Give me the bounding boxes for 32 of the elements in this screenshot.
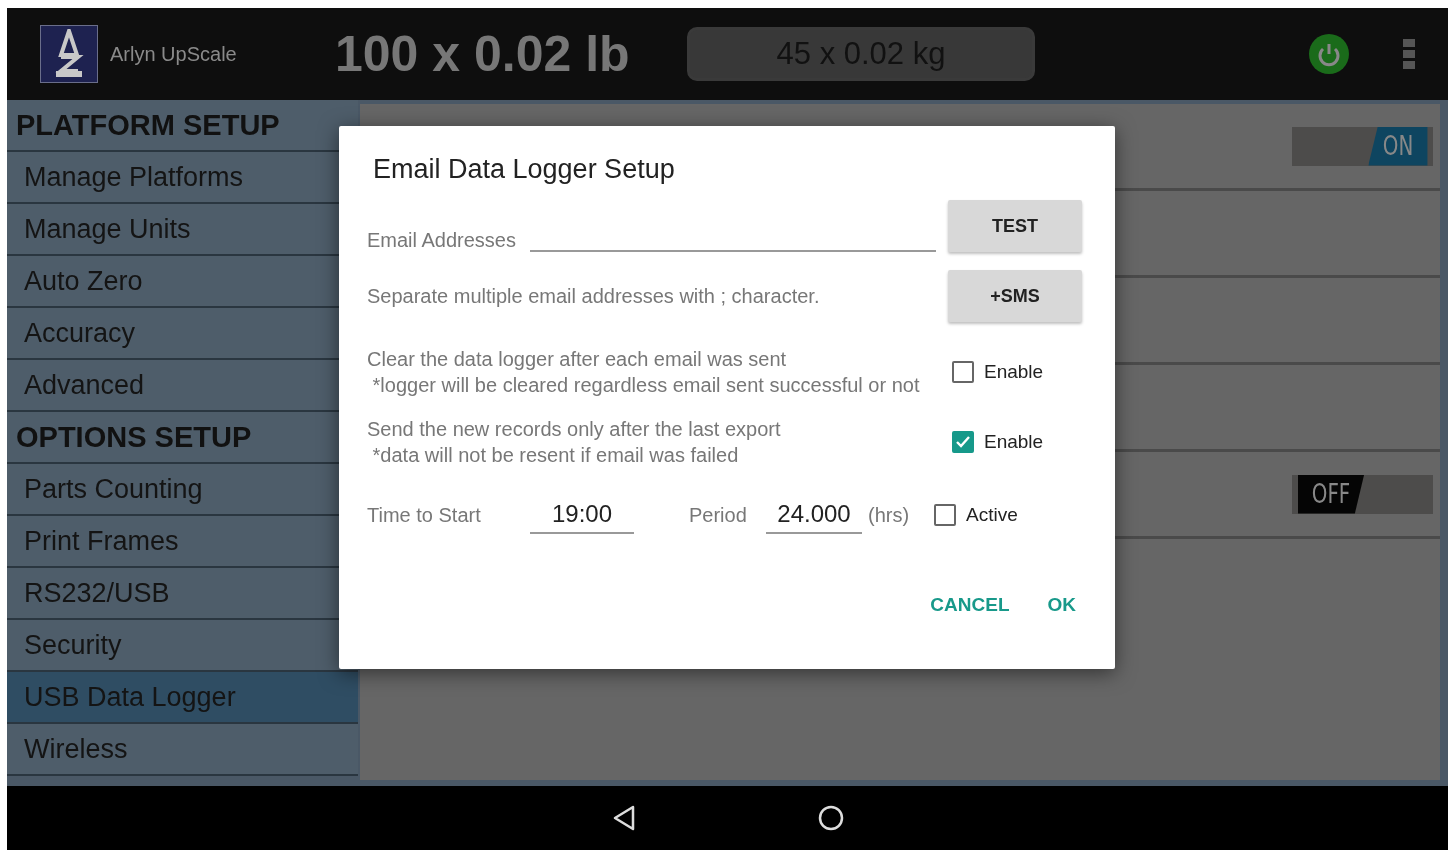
field-label: Period [689, 503, 748, 527]
toggle-switch[interactable]: ON [1292, 126, 1433, 166]
dialog-title: Email Data Logger Setup [373, 154, 676, 186]
option-description: Send the new records only after the last export *data will not be resent if email was failed [367, 417, 782, 468]
dialog-action-button[interactable]: CANCEL [924, 586, 1016, 624]
checkbox-box[interactable] [952, 431, 974, 453]
time-input-field[interactable]: 19:00 [530, 496, 634, 534]
sms-button[interactable]: +SMS [948, 270, 1082, 322]
checkbox[interactable]: Enable [952, 431, 1044, 453]
option-description: Clear the data logger after each email was sent *logger will be cleared regardless email sent successful or not [367, 347, 921, 398]
section-header: PLATFORM SETUP [7, 100, 358, 152]
home-icon[interactable] [816, 804, 845, 832]
capacity-display: 100 x 0.02 lb [335, 25, 631, 83]
field-label: Email Addresses [367, 228, 517, 253]
checkbox-box[interactable] [934, 504, 957, 526]
field-label: Time to Start [367, 503, 482, 527]
dialog-action-button[interactable]: OK [1041, 586, 1082, 624]
checkbox[interactable]: Active [934, 504, 1018, 526]
power-icon[interactable] [1309, 34, 1349, 74]
test-button[interactable]: TEST [948, 200, 1082, 252]
checkbox[interactable]: Enable [952, 361, 1044, 383]
sidebar-item[interactable]: Wireless [7, 724, 358, 776]
unit-label: (hrs) [868, 503, 910, 527]
menu-icon[interactable] [1403, 39, 1415, 69]
hint-text: Separate multiple email addresses with ; character. [367, 284, 821, 308]
period-input-field[interactable]: 24.000 [766, 496, 862, 534]
app-title: Arlyn UpScale [110, 42, 238, 66]
toggle-switch[interactable]: OFF [1292, 474, 1433, 514]
sidebar-item[interactable]: Security [7, 620, 358, 672]
logo-icon [40, 25, 98, 83]
sidebar-item[interactable]: USB Data Logger [7, 672, 358, 724]
checkbox-box[interactable] [952, 361, 974, 383]
